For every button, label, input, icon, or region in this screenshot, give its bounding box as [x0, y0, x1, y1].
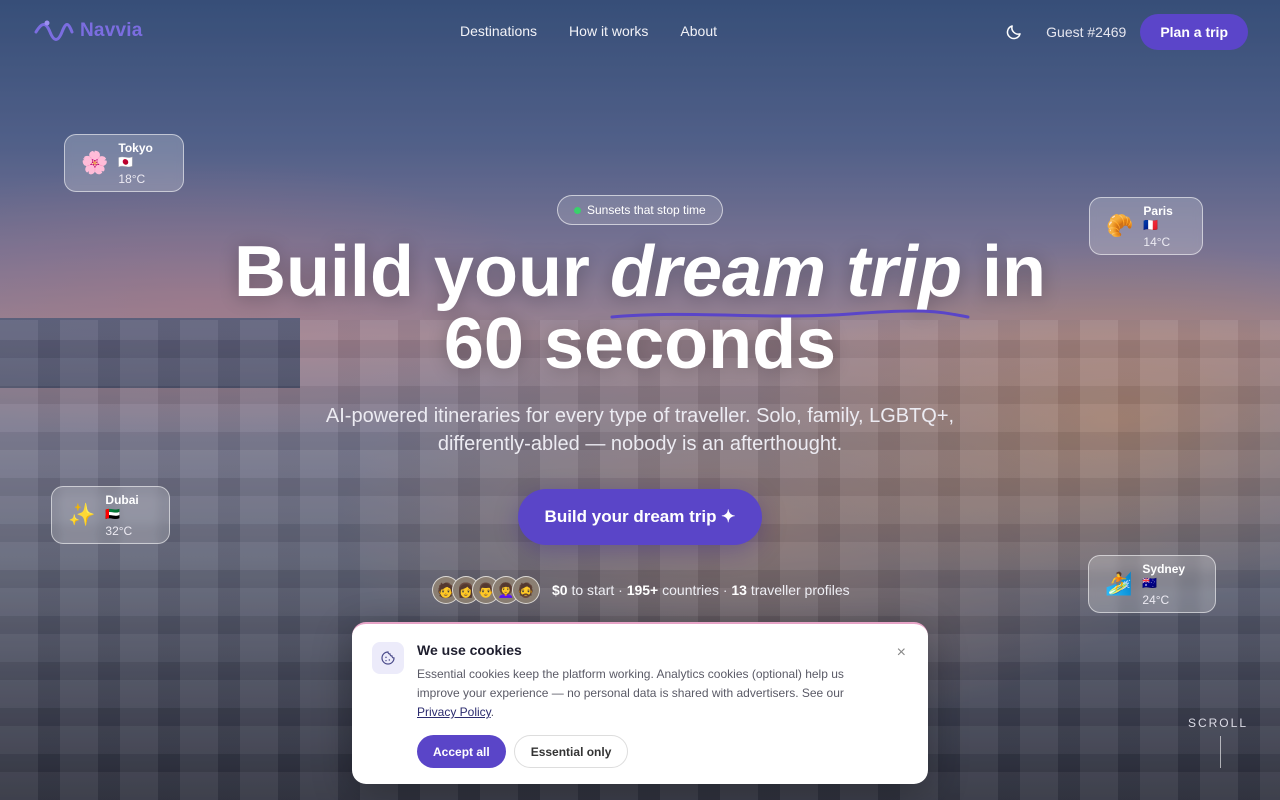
proof-stats: $0 to start · 195+ countries · 13 travel…	[552, 582, 850, 598]
nav-links: Destinations How it works About	[460, 23, 717, 39]
cookie-body: Essential cookies keep the platform work…	[417, 667, 844, 719]
chip-city: Paris 🇫🇷	[1143, 203, 1173, 232]
chip-temp: 24°C	[1142, 592, 1170, 607]
cherry-blossom-icon: 🌸	[81, 150, 109, 175]
croissant-icon: 🥐	[1106, 213, 1134, 238]
privacy-policy-link[interactable]: Privacy Policy	[417, 705, 491, 719]
close-icon[interactable]: ×	[897, 644, 906, 662]
chip-temp: 18°C	[118, 171, 146, 186]
surfer-icon: 🏄	[1105, 571, 1133, 596]
accept-all-button[interactable]: Accept all	[417, 735, 506, 768]
cookie-actions: Accept all Essential only	[417, 735, 629, 768]
chip-city: Dubai 🇦🇪	[105, 492, 139, 521]
top-nav: Navvia Destinations How it works About G…	[0, 0, 1280, 64]
hero-tag: Sunsets that stop time	[557, 195, 723, 225]
hero-subtitle: AI-powered itineraries for every type of…	[325, 405, 955, 455]
cookie-icon	[372, 642, 404, 674]
brand-name: Navvia	[80, 20, 143, 41]
chip-temp: 32°C	[105, 523, 133, 538]
nav-link-destinations[interactable]: Destinations	[460, 23, 537, 39]
guest-label: Guest #2469	[1046, 24, 1127, 40]
city-chip-dubai: ✨ Dubai 🇦🇪 32°C	[51, 486, 170, 544]
plan-trip-button[interactable]: Plan a trip	[1140, 14, 1248, 50]
nav-link-about[interactable]: About	[680, 23, 717, 39]
scroll-indicator-line	[1220, 736, 1221, 768]
logo-wave-icon	[34, 20, 74, 41]
squiggle-underline	[610, 309, 970, 319]
chip-city: Sydney 🇦🇺	[1142, 561, 1186, 590]
social-proof: 🧑 👩 👨 👩‍🦱 🧔 $0 to start · 195+ countries…	[432, 576, 850, 604]
theme-toggle-button[interactable]	[996, 14, 1032, 50]
cookie-banner: We use cookies Essential cookies keep th…	[352, 622, 928, 784]
headline-part: Build your	[233, 232, 610, 312]
cookie-title: We use cookies	[417, 642, 522, 658]
moon-icon	[1006, 25, 1021, 40]
build-dream-trip-button[interactable]: Build your dream trip ✦	[518, 489, 762, 545]
headline-emphasis: dream trip	[610, 232, 970, 319]
headline-part: in	[962, 232, 1047, 312]
avatar: 🧔	[512, 576, 540, 604]
logo[interactable]: Navvia	[34, 18, 142, 44]
green-dot-icon	[574, 206, 581, 214]
avatar-stack: 🧑 👩 👨 👩‍🦱 🧔	[432, 576, 540, 604]
sparkles-icon: ✨	[68, 502, 96, 527]
nav-link-how-it-works[interactable]: How it works	[569, 23, 648, 39]
city-chip-sydney: 🏄 Sydney 🇦🇺 24°C	[1088, 555, 1216, 613]
city-chip-tokyo: 🌸 Tokyo 🇯🇵 18°C	[64, 134, 184, 192]
scroll-hint: SCROLL	[1187, 716, 1248, 730]
chip-city: Tokyo 🇯🇵	[118, 140, 153, 169]
essential-only-button[interactable]: Essential only	[513, 735, 629, 768]
hero-tag-text: Sunsets that stop time	[587, 203, 706, 217]
nav-actions: Guest #2469 Plan a trip	[996, 14, 1248, 50]
hero-headline: Build your dream trip in 60 seconds	[0, 236, 1280, 380]
